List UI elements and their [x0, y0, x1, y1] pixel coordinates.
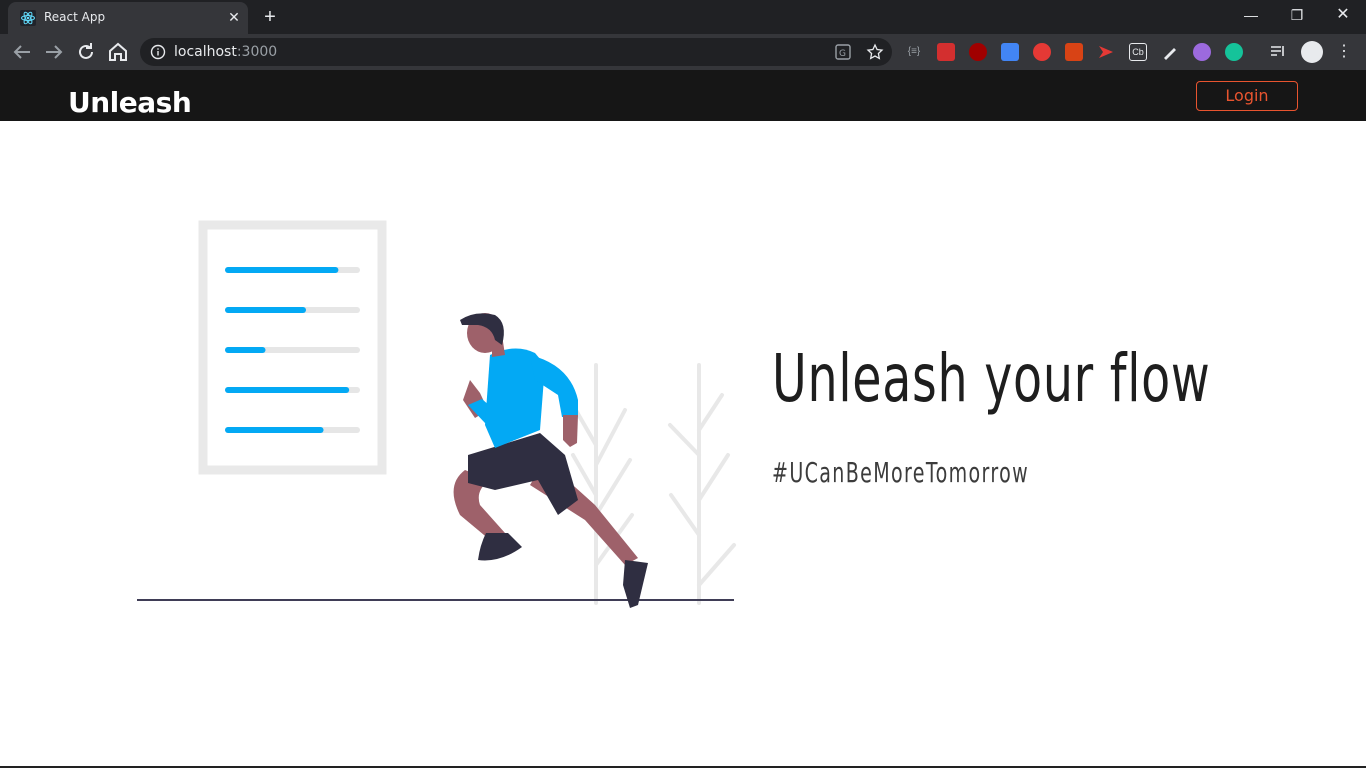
extension-play-icon[interactable]	[1033, 43, 1051, 61]
extension-pen-icon[interactable]	[1161, 43, 1179, 61]
brand-logo[interactable]: Unleash	[68, 86, 192, 119]
tab-title: React App	[44, 10, 106, 24]
extension-translate-icon[interactable]	[1001, 43, 1019, 61]
extension-arrow-icon[interactable]	[1097, 43, 1115, 61]
runner-illustration	[137, 220, 736, 608]
translate-icon[interactable]: G	[834, 43, 852, 61]
progress-fill	[225, 387, 350, 393]
runner-figure	[453, 313, 648, 608]
progress-fill	[225, 307, 306, 313]
media-queue-icon[interactable]	[1269, 43, 1287, 61]
extension-ublock-icon[interactable]	[969, 43, 987, 61]
extension-json-icon[interactable]: {≡}	[905, 43, 923, 61]
new-tab-icon[interactable]: +	[259, 6, 281, 28]
profile-avatar[interactable]	[1301, 41, 1323, 63]
url-host: localhost	[174, 44, 237, 60]
browser-tab[interactable]: React App ✕	[8, 2, 248, 34]
extension-purple-icon[interactable]	[1193, 43, 1211, 61]
browser-toolbar: localhost:3000 G {≡} Cb ⋮	[0, 34, 1366, 70]
restore-icon[interactable]: ❐	[1274, 4, 1320, 26]
progress-fill	[225, 267, 339, 273]
url-port: :3000	[236, 44, 278, 60]
extension-cb-icon[interactable]: Cb	[1129, 43, 1147, 61]
close-icon[interactable]: ✕	[1320, 4, 1366, 26]
info-icon[interactable]	[150, 44, 166, 60]
hero-title: Unleash your flow	[772, 340, 1211, 417]
tab-close-icon[interactable]: ✕	[225, 8, 243, 26]
address-bar[interactable]: localhost:3000 G	[140, 38, 892, 66]
menu-kebab-icon[interactable]: ⋮	[1335, 43, 1353, 61]
minimize-icon[interactable]: —	[1228, 4, 1274, 26]
grammarly-icon[interactable]	[1225, 43, 1243, 61]
forward-icon[interactable]	[42, 40, 66, 64]
back-icon[interactable]	[10, 40, 34, 64]
progress-fill	[225, 427, 324, 433]
login-button[interactable]: Login	[1196, 81, 1298, 111]
progress-fill	[225, 347, 266, 353]
extension-video-icon[interactable]	[937, 43, 955, 61]
reload-icon[interactable]	[74, 40, 98, 64]
url-text[interactable]: localhost:3000	[174, 44, 277, 60]
home-icon[interactable]	[106, 40, 130, 64]
bookmark-star-icon[interactable]	[866, 43, 884, 61]
extension-ghost-icon[interactable]	[1065, 43, 1083, 61]
browser-tabbar: React App ✕ + — ❐ ✕	[0, 0, 1366, 34]
react-icon	[20, 10, 36, 26]
hero-tagline: #UCanBeMoreTomorrow	[772, 456, 1030, 489]
app-header: Unleash Login	[0, 70, 1366, 121]
svg-text:G: G	[839, 49, 846, 59]
